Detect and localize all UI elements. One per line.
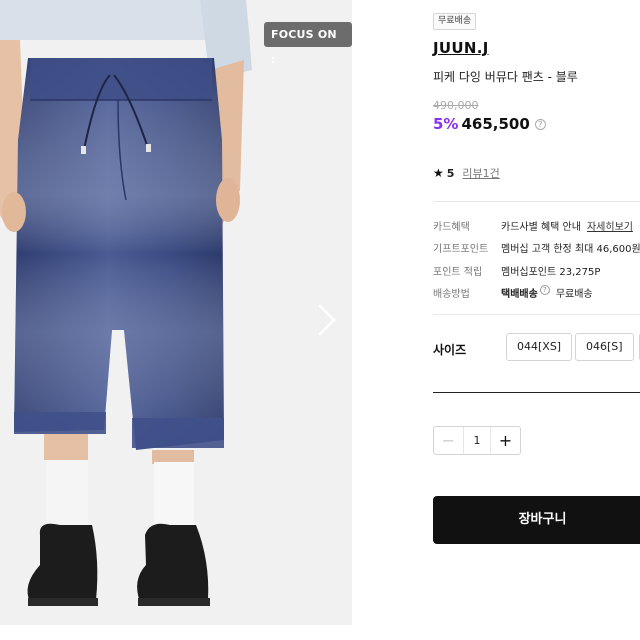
price-help-icon[interactable]: ?: [534, 118, 546, 130]
quantity-decrease-button[interactable]: −: [434, 427, 463, 454]
star-icon: ★: [433, 166, 444, 180]
quantity-increase-button[interactable]: +: [491, 427, 520, 454]
benefit-value: 카드사별 혜택 안내: [501, 222, 581, 233]
product-title: 피케 다잉 버뮤다 팬츠 - 블루: [433, 70, 578, 84]
original-price: 490,000: [433, 99, 479, 112]
add-to-cart-label: 장바구니: [518, 512, 567, 527]
product-photo: [0, 0, 252, 606]
product-info: 무료배송 JUUN.J 피케 다잉 버뮤다 팬츠 - 블루 490,000 5%…: [433, 0, 640, 640]
options-divider: [433, 392, 640, 393]
next-image-arrow-icon[interactable]: [312, 303, 340, 337]
size-option-s[interactable]: 046[S]: [575, 333, 634, 361]
shipping-fee: 무료배송: [555, 289, 593, 300]
discount-rate: 5%: [433, 115, 459, 133]
benefit-row-shipping: 배송방법 택배배송 ? 무료배송: [433, 285, 593, 300]
quantity-input[interactable]: 1: [463, 427, 491, 454]
rating-value: 5: [446, 166, 455, 180]
focus-on-badge[interactable]: FOCUS ON :: [264, 22, 352, 66]
card-details-link[interactable]: 자세히보기: [587, 218, 633, 233]
divider: [433, 314, 640, 315]
review-count-link[interactable]: 리뷰1건: [462, 165, 499, 181]
product-image[interactable]: FOCUS ON :: [0, 0, 352, 625]
benefit-value: 멤버십 고객 한정 최대 46,600원: [501, 244, 640, 255]
price-row: 5% 465,500 ?: [433, 115, 546, 133]
rating-row: ★ 5 리뷰1건: [433, 165, 500, 181]
benefit-label: 포인트 적립: [433, 267, 483, 278]
brand-link[interactable]: JUUN.J: [433, 39, 489, 57]
size-option-xs[interactable]: 044[XS]: [506, 333, 573, 361]
benefit-label: 배송방법: [433, 289, 470, 300]
size-label: 사이즈: [433, 343, 467, 357]
benefit-label: 카드혜택: [433, 222, 470, 233]
benefit-label: 기프트포인트: [433, 244, 489, 255]
benefit-row-gift-point: 기프트포인트 멤버십 고객 한정 최대 46,600원: [433, 240, 640, 255]
benefit-row-card: 카드혜택 카드사별 혜택 안내 자세히보기: [433, 218, 633, 233]
add-to-cart-button[interactable]: 장바구니: [433, 496, 640, 544]
free-shipping-badge: 무료배송: [433, 13, 477, 30]
shipping-help-icon[interactable]: ?: [539, 285, 550, 295]
divider: [433, 201, 640, 202]
sale-price: 465,500: [461, 115, 530, 133]
benefit-row-points: 포인트 적립 멤버십포인트 23,275P: [433, 263, 600, 278]
benefit-value: 멤버십포인트 23,275P: [501, 267, 601, 278]
shipping-method: 택배배송: [501, 289, 538, 300]
quantity-stepper: − 1 +: [433, 426, 521, 455]
